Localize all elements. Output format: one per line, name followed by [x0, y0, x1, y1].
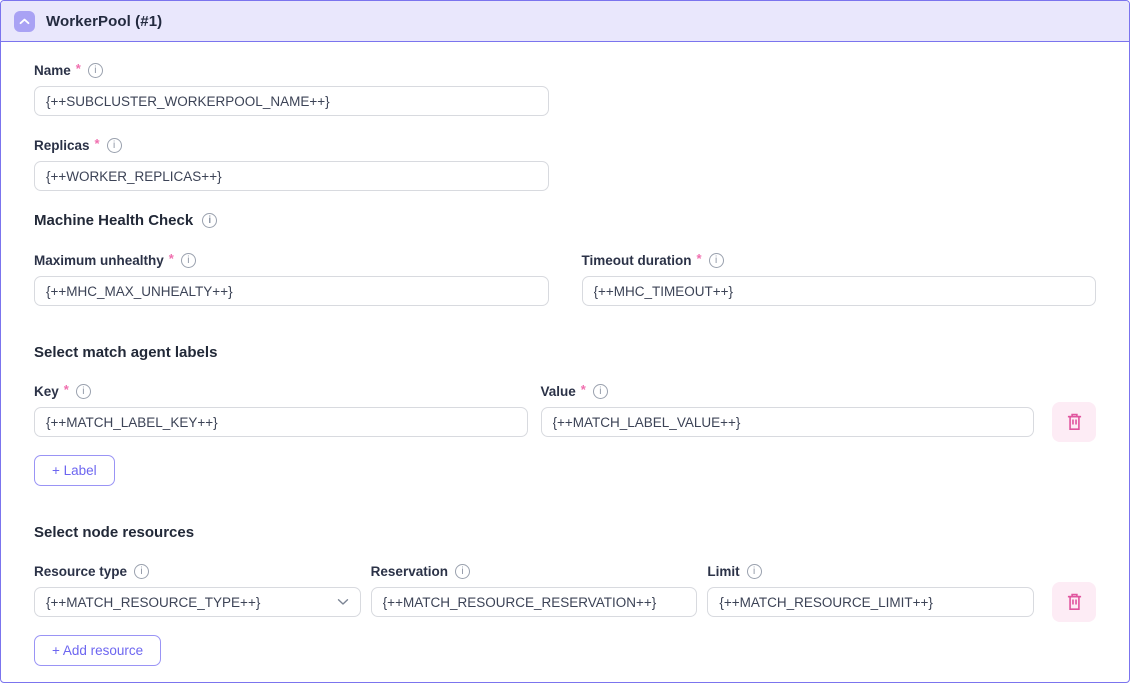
key-field-group: Key * i — [34, 384, 528, 437]
node-resources-section-heading: Select node resources — [34, 524, 1096, 541]
required-marker: * — [581, 382, 586, 397]
resource-type-label: Resource type — [34, 564, 127, 579]
required-marker: * — [697, 251, 702, 266]
reservation-label: Reservation — [371, 564, 448, 579]
info-icon[interactable]: i — [747, 564, 762, 579]
reservation-input[interactable] — [371, 587, 698, 617]
replicas-label: Replicas — [34, 138, 90, 153]
info-icon[interactable]: i — [76, 384, 91, 399]
resource-type-selected-value: {++MATCH_RESOURCE_TYPE++} — [46, 595, 260, 610]
node-resources-heading-text: Select node resources — [34, 524, 194, 541]
panel-body: Name * i Replicas * i Machine Health Che… — [1, 42, 1129, 666]
key-label: Key — [34, 384, 59, 399]
mhc-section-heading: Machine Health Check i — [34, 212, 1096, 229]
trash-icon — [1066, 413, 1083, 431]
trash-icon — [1066, 593, 1083, 611]
value-input[interactable] — [541, 407, 1035, 437]
panel-title: WorkerPool (#1) — [46, 13, 162, 30]
max-unhealthy-field-group: Maximum unhealthy * i — [34, 253, 549, 306]
info-icon[interactable]: i — [455, 564, 470, 579]
max-unhealthy-input[interactable] — [34, 276, 549, 306]
info-icon[interactable]: i — [88, 63, 103, 78]
info-icon[interactable]: i — [709, 253, 724, 268]
timeout-input[interactable] — [582, 276, 1097, 306]
panel-header: WorkerPool (#1) — [1, 1, 1129, 42]
match-label-row: Key * i Value * i — [34, 384, 1096, 437]
info-icon[interactable]: i — [593, 384, 608, 399]
resource-type-field-group: Resource type i {++MATCH_RESOURCE_TYPE++… — [34, 564, 361, 617]
mhc-fields-row: Maximum unhealthy * i Timeout duration *… — [34, 253, 1096, 306]
info-icon[interactable]: i — [181, 253, 196, 268]
add-resource-button[interactable]: + Add resource — [34, 635, 161, 666]
delete-label-button[interactable] — [1052, 402, 1096, 442]
chevron-down-icon — [337, 598, 349, 606]
required-marker: * — [95, 136, 100, 151]
replicas-input[interactable] — [34, 161, 549, 191]
info-icon[interactable]: i — [107, 138, 122, 153]
limit-label: Limit — [707, 564, 739, 579]
match-labels-heading-text: Select match agent labels — [34, 344, 217, 361]
node-resource-row: Resource type i {++MATCH_RESOURCE_TYPE++… — [34, 564, 1096, 617]
info-icon[interactable]: i — [134, 564, 149, 579]
required-marker: * — [169, 251, 174, 266]
chevron-up-icon — [19, 18, 30, 25]
timeout-field-group: Timeout duration * i — [582, 253, 1097, 306]
replicas-field-group: Replicas * i — [34, 138, 1096, 191]
add-label-button[interactable]: + Label — [34, 455, 115, 486]
max-unhealthy-label: Maximum unhealthy — [34, 253, 164, 268]
delete-resource-button[interactable] — [1052, 582, 1096, 622]
key-input[interactable] — [34, 407, 528, 437]
value-label: Value — [541, 384, 576, 399]
required-marker: * — [64, 382, 69, 397]
required-marker: * — [76, 61, 81, 76]
limit-input[interactable] — [707, 587, 1034, 617]
workerpool-panel: WorkerPool (#1) Name * i Replicas * i Ma… — [0, 0, 1130, 683]
collapse-button[interactable] — [14, 11, 35, 32]
mhc-heading-text: Machine Health Check — [34, 212, 193, 229]
match-labels-section-heading: Select match agent labels — [34, 344, 1096, 361]
timeout-label: Timeout duration — [582, 253, 692, 268]
name-field-group: Name * i — [34, 63, 1096, 116]
limit-field-group: Limit i — [707, 564, 1034, 617]
value-field-group: Value * i — [541, 384, 1035, 437]
name-input[interactable] — [34, 86, 549, 116]
resource-type-select[interactable]: {++MATCH_RESOURCE_TYPE++} — [34, 587, 361, 617]
name-label: Name — [34, 63, 71, 78]
info-icon[interactable]: i — [202, 213, 217, 228]
reservation-field-group: Reservation i — [371, 564, 698, 617]
